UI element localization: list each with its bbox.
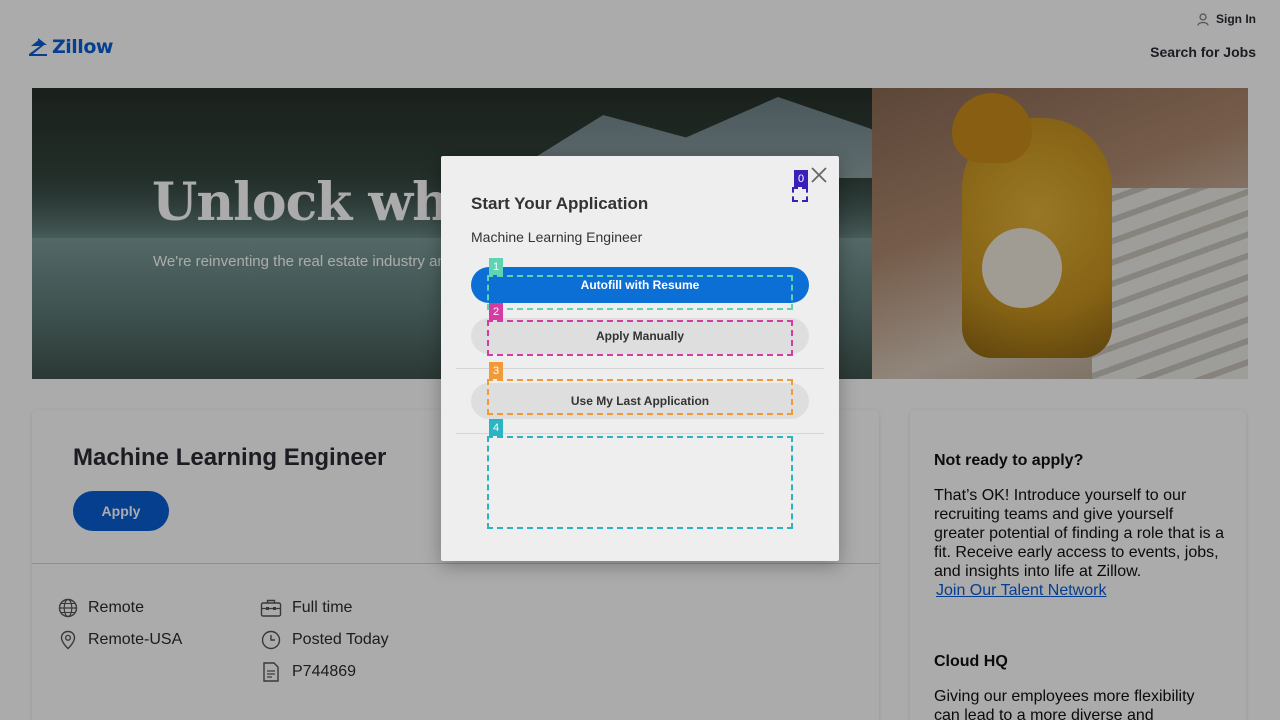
marker-box-3 (487, 379, 793, 415)
marker-label-4: 4 (489, 419, 503, 436)
marker-label-1: 1 (489, 258, 503, 275)
marker-box-4 (487, 436, 793, 529)
modal-divider (456, 433, 824, 434)
modal-subtitle: Machine Learning Engineer (471, 229, 643, 245)
modal-title: Start Your Application (471, 194, 649, 213)
close-icon[interactable] (810, 166, 828, 184)
marker-box-2 (487, 320, 793, 356)
modal-divider (456, 368, 824, 369)
marker-label-2: 2 (489, 303, 503, 320)
marker-box-0 (792, 187, 808, 202)
marker-label-0: 0 (794, 170, 808, 187)
marker-label-3: 3 (489, 362, 503, 379)
marker-box-1 (487, 275, 793, 310)
